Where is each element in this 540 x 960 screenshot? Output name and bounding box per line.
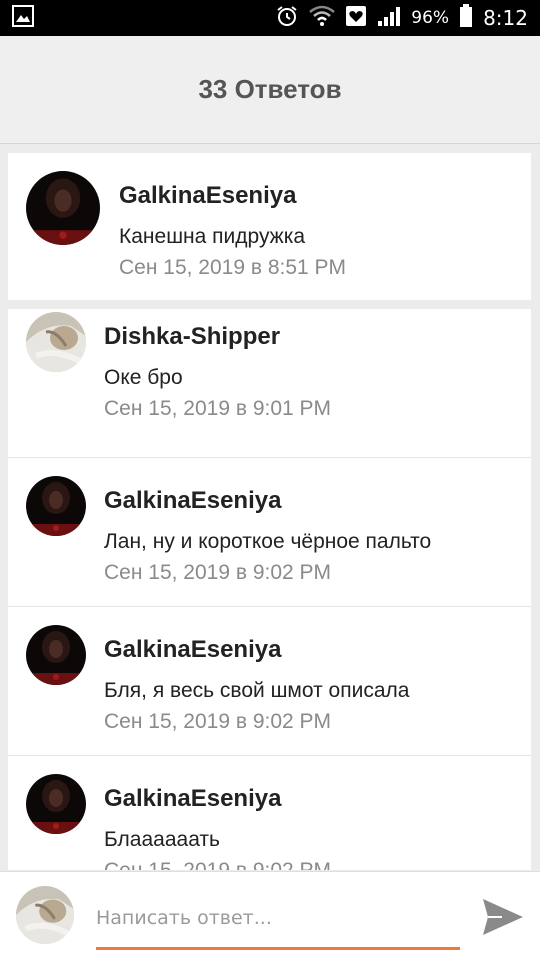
reply-author[interactable]: Dishka-Shipper <box>104 323 280 351</box>
avatar[interactable] <box>26 476 86 536</box>
avatar[interactable] <box>26 625 86 685</box>
avatar[interactable] <box>26 312 86 372</box>
battery-icon <box>459 3 473 33</box>
app-header: 33 Ответов <box>0 36 540 144</box>
avatar <box>16 886 74 944</box>
reply-date: Сен 15, 2019 в 9:02 PM <box>104 859 331 870</box>
signal-icon <box>377 5 401 32</box>
list-item: GalkinaEseniya Бля, я весь свой шмот опи… <box>8 607 531 756</box>
list-item: GalkinaEseniya Лан, ну и короткое чёрное… <box>8 458 531 607</box>
reply-author[interactable]: GalkinaEseniya <box>104 636 281 664</box>
reply-author[interactable]: GalkinaEseniya <box>104 487 281 515</box>
list-item: GalkinaEseniya Блаааааать Сен 15, 2019 в… <box>8 756 531 870</box>
reply-composer <box>0 871 540 960</box>
avatar[interactable] <box>26 774 86 834</box>
alarm-icon <box>275 4 299 33</box>
post-date: Сен 15, 2019 в 8:51 PM <box>119 256 347 279</box>
reply-text: Лан, ну и короткое чёрное пальто <box>104 530 432 553</box>
reply-date: Сен 15, 2019 в 9:02 PM <box>104 710 332 733</box>
reply-date: Сен 15, 2019 в 9:01 PM <box>104 397 332 420</box>
post-text: Канешна пидружка <box>119 225 306 248</box>
send-button[interactable] <box>480 894 526 940</box>
avatar[interactable] <box>26 171 100 245</box>
send-icon <box>483 899 523 935</box>
replies-list[interactable]: Dishka-Shipper Оке бро Сен 15, 2019 в 9:… <box>8 309 531 870</box>
gallery-icon <box>12 4 34 32</box>
battery-percent: 96% <box>411 8 450 28</box>
reply-author[interactable]: GalkinaEseniya <box>104 785 281 813</box>
wifi-icon <box>309 5 336 32</box>
reply-text: Бля, я весь свой шмот описала <box>104 679 410 702</box>
list-item: Dishka-Shipper Оке бро Сен 15, 2019 в 9:… <box>8 309 531 458</box>
reply-input[interactable] <box>96 898 460 950</box>
post-author[interactable]: GalkinaEseniya <box>119 182 296 210</box>
status-bar: 96% 8:12 <box>0 0 540 36</box>
heart-app-icon <box>345 5 367 32</box>
reply-text: Блаааааать <box>104 828 220 851</box>
page-title: 33 Ответов <box>198 74 342 104</box>
clock: 8:12 <box>483 6 528 30</box>
reply-text: Оке бро <box>104 366 183 389</box>
main-post: GalkinaEseniya Канешна пидружка Сен 15, … <box>8 153 531 300</box>
reply-date: Сен 15, 2019 в 9:02 PM <box>104 561 332 584</box>
